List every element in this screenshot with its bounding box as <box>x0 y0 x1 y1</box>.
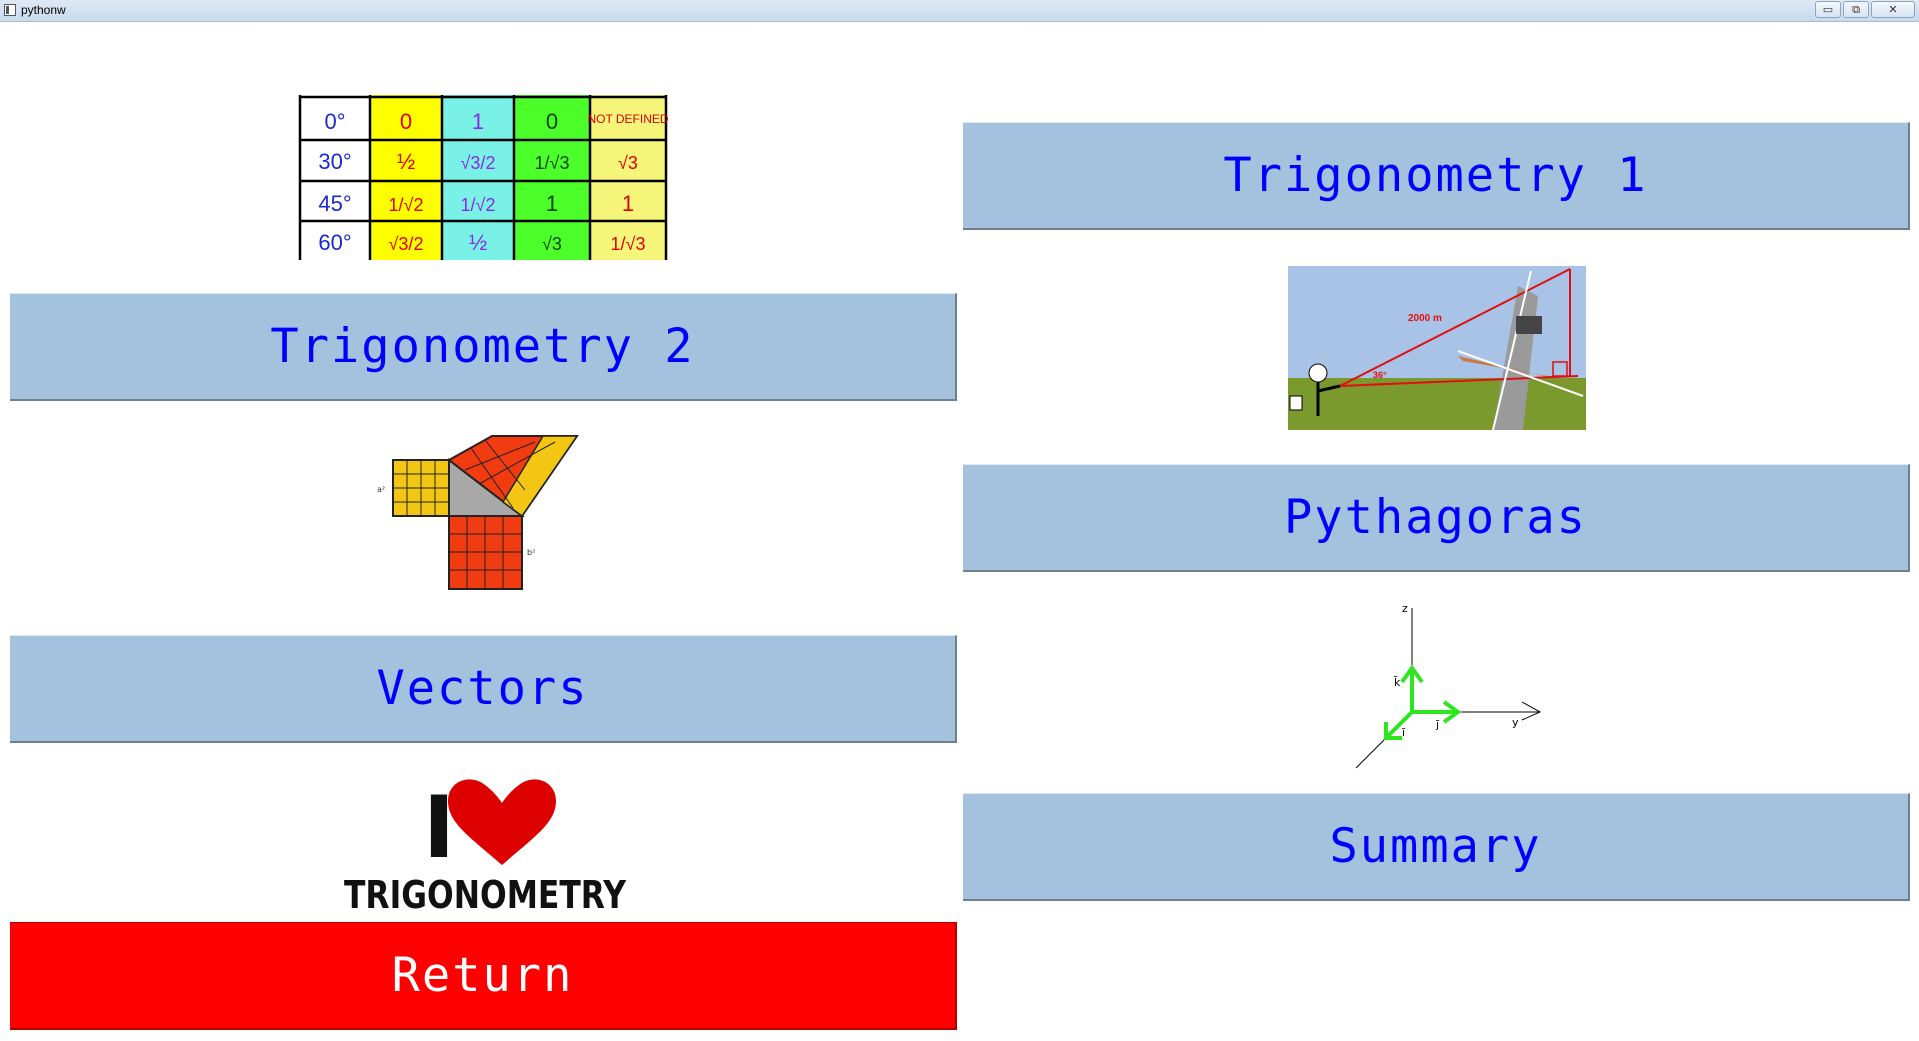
trig-scene-svg: 2000 m 36° <box>1288 266 1586 430</box>
tan-45: 1 <box>546 191 558 216</box>
trig-elevation-scene-image: 2000 m 36° <box>1288 266 1586 430</box>
window-titlebar: pythonw ▭ ⧉ ✕ <box>0 0 1919 22</box>
sin-0: 0 <box>400 109 412 134</box>
other-60: 1/√3 <box>611 234 646 254</box>
heart-icon <box>448 779 556 865</box>
minimize-icon[interactable]: ▭ <box>1815 1 1841 18</box>
angle-0: 0° <box>324 109 345 134</box>
cos-0: 1 <box>472 109 484 134</box>
pythagoras-button[interactable]: Pythagoras <box>963 464 1910 572</box>
other-30: √3 <box>618 153 638 173</box>
vector-i-label: ī <box>1401 726 1406 739</box>
vector-k-label: k̄ <box>1393 676 1401 689</box>
restore-icon[interactable]: ⧉ <box>1843 1 1869 18</box>
pythagoras-squares-image: a² b² <box>375 432 585 592</box>
trigonometry-1-button[interactable]: Trigonometry 1 <box>963 122 1910 230</box>
scene-distance-label: 2000 m <box>1408 313 1442 324</box>
label-b-squared: b² <box>527 548 535 557</box>
cos-30: √3/2 <box>461 153 496 173</box>
angle-30: 30° <box>318 149 351 174</box>
window-title: pythonw <box>21 3 66 17</box>
i-love-trigonometry-logo: I TRIGONOMETRY <box>340 775 630 915</box>
summary-button[interactable]: Summary <box>963 793 1910 901</box>
logo-word: TRIGONOMETRY <box>344 873 626 915</box>
app-icon <box>4 4 16 16</box>
vector-j-label: j̄ <box>1435 718 1439 731</box>
return-button[interactable]: Return <box>10 922 957 1030</box>
sin-30: ½ <box>397 149 415 174</box>
angle-60: 60° <box>318 230 351 255</box>
love-logo-svg: I TRIGONOMETRY <box>344 778 626 915</box>
vector-axes-image: z y k̄ ī j̄ <box>1340 602 1550 774</box>
other-45: 1 <box>622 191 634 216</box>
axis-y-label: y <box>1512 716 1519 729</box>
angle-45: 45° <box>318 191 351 216</box>
cos-45: 1/√2 <box>461 195 496 215</box>
sin-60: √3/2 <box>389 234 424 254</box>
vectors-button[interactable]: Vectors <box>10 635 957 743</box>
trigonometry-2-button[interactable]: Trigonometry 2 <box>10 293 957 401</box>
tan-30: 1/√3 <box>535 153 570 173</box>
scene-angle-label: 36° <box>1373 370 1387 380</box>
pythagoras-svg: a² b² <box>377 435 579 590</box>
trig-table-svg: 0° 0 1 0 NOT DEFINED 30° ½ √3/2 1/√3 √3 … <box>298 95 668 260</box>
vector-axes-svg: z y k̄ ī j̄ <box>1355 602 1542 769</box>
cos-60: ½ <box>469 230 487 255</box>
label-a-squared: a² <box>377 485 385 494</box>
tan-60: √3 <box>542 234 562 254</box>
close-icon[interactable]: ✕ <box>1871 1 1915 18</box>
tan-0: 0 <box>546 109 558 134</box>
trig-values-table-image: 0° 0 1 0 NOT DEFINED 30° ½ √3/2 1/√3 √3 … <box>298 95 668 260</box>
axis-z-label: z <box>1402 602 1408 615</box>
sin-45: 1/√2 <box>389 195 424 215</box>
other-0: NOT DEFINED <box>587 112 668 126</box>
